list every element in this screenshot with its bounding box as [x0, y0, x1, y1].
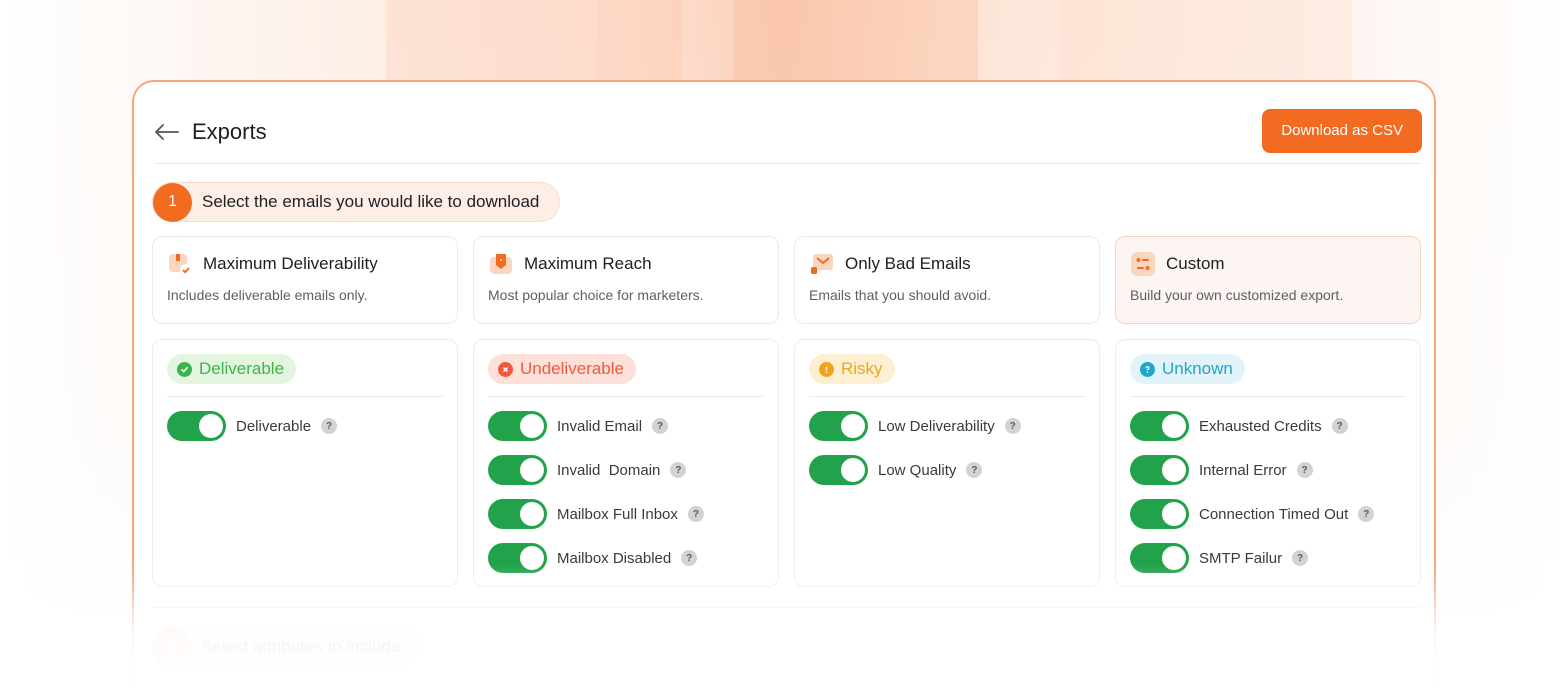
option-label: Mailbox Disabled — [557, 549, 672, 567]
exports-panel: Exports Download as CSV 1 Select the ema… — [132, 80, 1436, 690]
status-badge: Deliverable — [167, 354, 297, 384]
help-icon[interactable]: ? — [1292, 550, 1309, 566]
option-row: Mailbox Disabled ? — [488, 543, 764, 573]
option-label: Exhausted Credits — [1199, 417, 1322, 435]
step-label: Select attributes to include — [201, 637, 401, 656]
status-badge: Undeliverable — [488, 354, 636, 384]
preset-description: Build your own customized export. — [1130, 287, 1344, 303]
badge-label: Deliverable — [199, 359, 285, 378]
option-row: Invalid Domain ? — [488, 455, 764, 485]
step-number: 1 — [153, 182, 192, 222]
toggle-switch[interactable] — [488, 543, 547, 573]
option-row: Low Deliverability ? — [809, 411, 1085, 441]
option-label: Internal Error — [1199, 461, 1287, 479]
x-circle-icon — [498, 361, 513, 377]
option-row: Invalid Email ? — [488, 411, 764, 441]
toggle-switch[interactable] — [1130, 455, 1189, 485]
preset-maximum-deliverability[interactable]: Maximum Deliverability Includes delivera… — [152, 236, 458, 324]
category-deliverable: Deliverable Deliverable ? — [152, 339, 458, 587]
toggle-switch[interactable] — [1130, 411, 1189, 441]
option-label: Invalid Email — [557, 417, 643, 435]
divider — [152, 607, 1422, 608]
toggle-switch[interactable] — [488, 455, 547, 485]
header: Exports Download as CSV — [154, 100, 1422, 164]
badge-label: Unknown — [1162, 359, 1233, 378]
divider — [1130, 396, 1406, 397]
option-label: Mailbox Full Inbox — [557, 505, 678, 523]
toggle-switch[interactable] — [167, 411, 226, 441]
help-icon[interactable]: ? — [1004, 418, 1021, 434]
step-number: 2 — [152, 627, 191, 667]
help-icon[interactable]: ? — [1358, 506, 1375, 522]
toggle-switch[interactable] — [809, 455, 868, 485]
help-icon[interactable]: ? — [652, 418, 669, 434]
preset-custom[interactable]: Custom Build your own customized export. — [1115, 236, 1421, 324]
option-row: Exhausted Credits ? — [1130, 411, 1406, 441]
option-label: Invalid Domain — [557, 461, 661, 479]
category-risky: Risky Low Deliverability ? Low Quality ? — [794, 339, 1100, 587]
option-label: Deliverable — [236, 417, 312, 435]
category-undeliverable: Undeliverable Invalid Email ? Invalid Do… — [473, 339, 779, 587]
divider — [488, 396, 764, 397]
help-icon[interactable]: ? — [321, 418, 338, 434]
option-row: Deliverable ? — [167, 411, 443, 441]
help-icon[interactable]: ? — [681, 550, 698, 566]
divider — [167, 396, 443, 397]
preset-title: Maximum Reach — [524, 254, 652, 273]
toggle-switch[interactable] — [1130, 499, 1189, 529]
toggle-switch[interactable] — [809, 411, 868, 441]
check-circle-icon — [177, 361, 192, 377]
arrow-left-icon[interactable] — [154, 122, 180, 142]
step-label: Select the emails you would like to down… — [202, 192, 540, 211]
option-label: Low Deliverability — [878, 417, 995, 435]
toggle-switch[interactable] — [1130, 543, 1189, 573]
question-circle-icon — [1140, 361, 1155, 377]
preset-only-bad-emails[interactable]: Only Bad Emails Emails that you should a… — [794, 236, 1100, 324]
option-row: Internal Error ? — [1130, 455, 1406, 485]
preset-list: Maximum Deliverability Includes delivera… — [152, 236, 1421, 324]
page-title: Exports — [192, 118, 267, 144]
option-label: Connection Timed Out — [1199, 505, 1349, 523]
preset-title: Only Bad Emails — [845, 254, 971, 273]
option-row: Mailbox Full Inbox ? — [488, 499, 764, 529]
help-icon[interactable]: ? — [966, 462, 983, 478]
badge-label: Risky — [841, 359, 883, 378]
badge-label: Undeliverable — [520, 359, 624, 378]
preset-title: Maximum Deliverability — [203, 254, 378, 273]
category-list: Deliverable Deliverable ? Undeliverable … — [152, 339, 1421, 587]
toggle-switch[interactable] — [488, 411, 547, 441]
option-row: Low Quality ? — [809, 455, 1085, 485]
option-label: SMTP Failur — [1199, 549, 1283, 567]
preset-title: Custom — [1166, 254, 1225, 273]
warning-circle-icon — [819, 361, 834, 377]
option-row: Connection Timed Out ? — [1130, 499, 1406, 529]
download-csv-button[interactable]: Download as CSV — [1262, 108, 1422, 153]
help-icon[interactable]: ? — [687, 506, 704, 522]
step-2-header: 2 Select attributes to include — [152, 627, 421, 667]
help-icon[interactable]: ? — [1296, 462, 1313, 478]
help-icon[interactable]: ? — [670, 462, 687, 478]
status-badge: Unknown — [1130, 354, 1245, 384]
divider — [809, 396, 1085, 397]
status-badge: Risky — [809, 354, 895, 384]
toggle-switch[interactable] — [488, 499, 547, 529]
preset-description: Includes deliverable emails only. — [167, 287, 368, 303]
reach-icon — [488, 251, 514, 277]
option-label: Low Quality — [878, 461, 957, 479]
custom-icon — [1130, 251, 1156, 277]
step-1-header: 1 Select the emails you would like to do… — [152, 182, 561, 222]
option-row: SMTP Failur ? — [1130, 543, 1406, 573]
deliverability-icon — [167, 251, 193, 277]
preset-maximum-reach[interactable]: Maximum Reach Most popular choice for ma… — [473, 236, 779, 324]
category-unknown: Unknown Exhausted Credits ? Internal Err… — [1115, 339, 1421, 587]
bad-emails-icon — [809, 251, 835, 277]
help-icon[interactable]: ? — [1331, 418, 1348, 434]
preset-description: Most popular choice for marketers. — [488, 287, 704, 303]
preset-description: Emails that you should avoid. — [809, 287, 992, 303]
